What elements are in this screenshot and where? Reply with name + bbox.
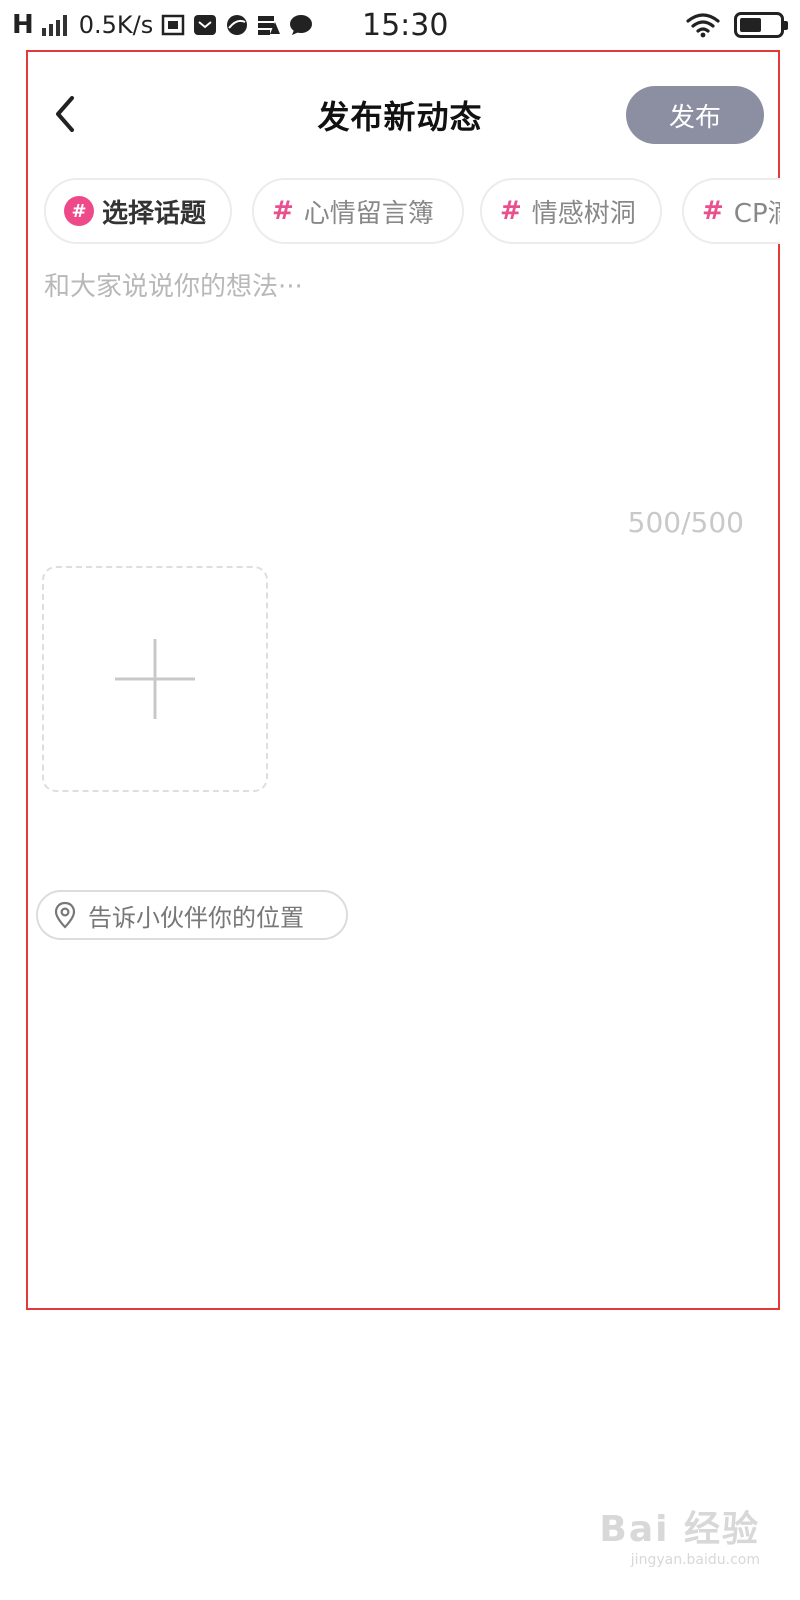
post-text-input[interactable]	[44, 266, 744, 486]
mail-icon	[194, 15, 217, 35]
select-topic-button[interactable]: # 选择话题	[44, 178, 232, 244]
location-label: 告诉小伙伴你的位置	[88, 903, 304, 932]
browser-icon	[227, 15, 248, 35]
clock: 15:30	[362, 8, 449, 43]
location-pin-icon	[54, 901, 76, 929]
signal-icon	[41, 14, 67, 36]
publish-button[interactable]: 发布	[626, 86, 764, 144]
topic-chip-label: CP滴	[733, 198, 780, 229]
storage-warning-icon	[258, 16, 281, 35]
topic-chip-label: 情感树洞	[531, 198, 636, 229]
topic-chip-label: 心情留言簿	[303, 198, 434, 229]
topic-badge-icon: #	[64, 196, 94, 226]
status-bar: H 0.5K/s 15:30	[0, 0, 800, 52]
watermark-sub: jingyan.baidu.com	[630, 1552, 760, 1568]
network-type: H	[12, 10, 34, 40]
post-editor-screen: H 0.5K/s 15:30 发布新动态 发布 # 选择话题 # 心情留言簿 #…	[0, 0, 800, 1600]
battery-icon	[734, 12, 788, 38]
network-speed: 0.5K/s	[78, 11, 154, 39]
topic-chips-row: # 选择话题 # 心情留言簿 # 情感树洞 # CP滴	[44, 178, 780, 246]
topic-chip[interactable]: # CP滴	[682, 178, 780, 244]
add-image-button[interactable]	[42, 566, 268, 792]
plus-icon	[115, 639, 195, 719]
watermark-main: Bai 经验	[599, 1509, 760, 1550]
wifi-icon	[686, 13, 720, 38]
watermark: Bai 经验 jingyan.baidu.com	[599, 1500, 760, 1568]
chat-bubble-icon	[290, 15, 313, 35]
topic-chip[interactable]: # 心情留言簿	[252, 178, 464, 244]
topic-chip[interactable]: # 情感树洞	[480, 178, 662, 244]
location-button[interactable]: 告诉小伙伴你的位置	[36, 890, 348, 940]
battery-level	[740, 18, 761, 32]
status-left: H 0.5K/s	[12, 10, 313, 40]
hashtag-icon: #	[702, 196, 724, 226]
hashtag-icon: #	[272, 196, 294, 226]
hd-icon	[162, 14, 185, 36]
hashtag-icon: #	[500, 196, 522, 226]
select-topic-label: 选择话题	[102, 198, 207, 229]
char-counter: 500/500	[627, 506, 744, 539]
status-right	[686, 12, 788, 38]
